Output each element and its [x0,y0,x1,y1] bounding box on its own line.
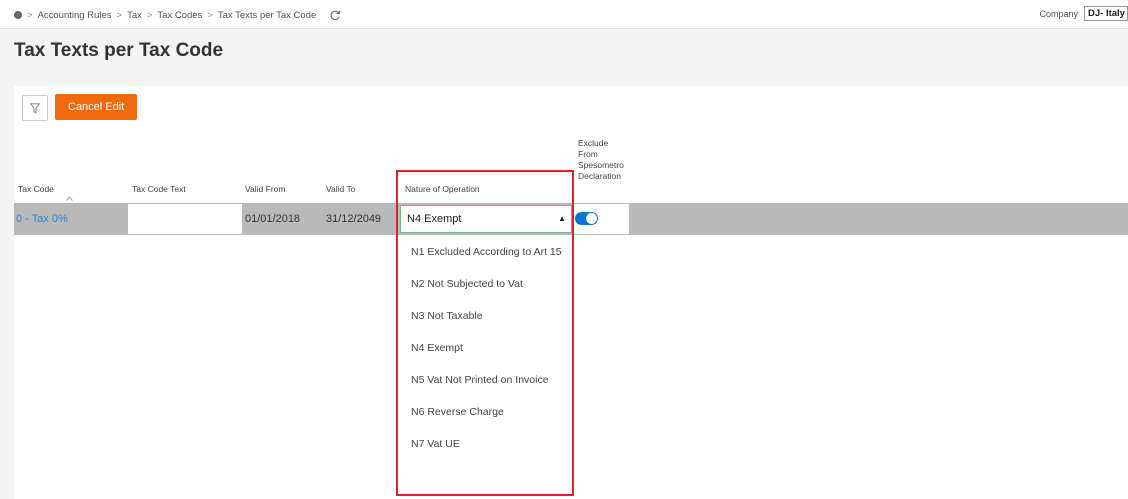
breadcrumb-current: Tax Texts per Tax Code [217,9,317,21]
filter-button[interactable] [22,95,48,121]
exclude-from-spesometro-toggle[interactable] [575,212,598,225]
header-line: Declaration [578,171,621,181]
header-line: Exclude [578,138,609,148]
nature-of-operation-dropdown: N1 Excluded According to Art 15 N2 Not S… [400,236,572,486]
company-label: Company [1039,8,1078,19]
breadcrumb-separator: > [207,9,213,21]
valid-from-cell[interactable]: 01/01/2018 [245,203,300,235]
header-line: Spesometro [578,160,624,170]
dropdown-option-n6[interactable]: N6 Reverse Charge [411,406,504,418]
dropdown-option-n5[interactable]: N5 Vat Not Printed on Invoice [411,374,549,386]
sort-ascending-icon[interactable] [66,196,73,201]
company-selector: Company DJ- Italy [1039,6,1128,21]
exclude-toggle-cell [573,204,629,234]
dropdown-option-n3[interactable]: N3 Not Taxable [411,310,483,322]
dropdown-option-n7[interactable]: N7 Vat UE [411,438,460,450]
breadcrumb-separator: > [116,9,123,21]
column-header-valid-from[interactable]: Valid From [245,184,285,195]
home-icon[interactable] [14,11,22,19]
page-title: Tax Texts per Tax Code [14,40,224,61]
filter-icon [30,102,40,114]
tax-code-link[interactable]: 0 - Tax 0% [16,203,68,235]
tax-code-text-input[interactable] [128,204,242,234]
nature-of-operation-select[interactable]: N4 Exempt ▲ [400,205,572,233]
breadcrumb: > Accounting Rules > Tax > Tax Codes > T… [14,8,341,22]
breadcrumb-tax[interactable]: Tax [127,10,142,21]
refresh-icon[interactable] [329,9,341,21]
toggle-knob [586,213,597,224]
column-header-exclude-from-spesometro[interactable]: Exclude From Spesometro Declaration [578,138,624,182]
valid-to-cell[interactable]: 31/12/2049 [326,203,381,235]
header-line: From [578,149,598,159]
content-panel: Cancel Edit Tax Code Tax Code Text Valid… [14,86,1128,499]
column-header-tax-code[interactable]: Tax Code [18,184,54,195]
breadcrumb-separator: > [27,9,33,21]
dropdown-option-n1[interactable]: N1 Excluded According to Art 15 [411,246,562,258]
dropdown-option-n4[interactable]: N4 Exempt [411,342,463,354]
column-header-nature-of-operation[interactable]: Nature of Operation [405,184,480,195]
top-bar: > Accounting Rules > Tax > Tax Codes > T… [0,0,1128,29]
company-field[interactable]: DJ- Italy [1084,6,1128,21]
table-row[interactable]: 0 - Tax 0% 01/01/2018 31/12/2049 N4 Exem… [14,203,1128,235]
breadcrumb-separator: > [146,9,153,21]
cancel-edit-button[interactable]: Cancel Edit [55,94,138,120]
breadcrumb-tax-codes[interactable]: Tax Codes [157,10,202,21]
caret-up-icon[interactable]: ▲ [558,214,566,223]
column-header-valid-to[interactable]: Valid To [326,184,355,195]
dropdown-option-n2[interactable]: N2 Not Subjected to Vat [411,278,523,290]
breadcrumb-accounting-rules[interactable]: Accounting Rules [38,10,112,21]
column-header-tax-code-text[interactable]: Tax Code Text [132,184,186,195]
select-value: N4 Exempt [407,213,462,225]
